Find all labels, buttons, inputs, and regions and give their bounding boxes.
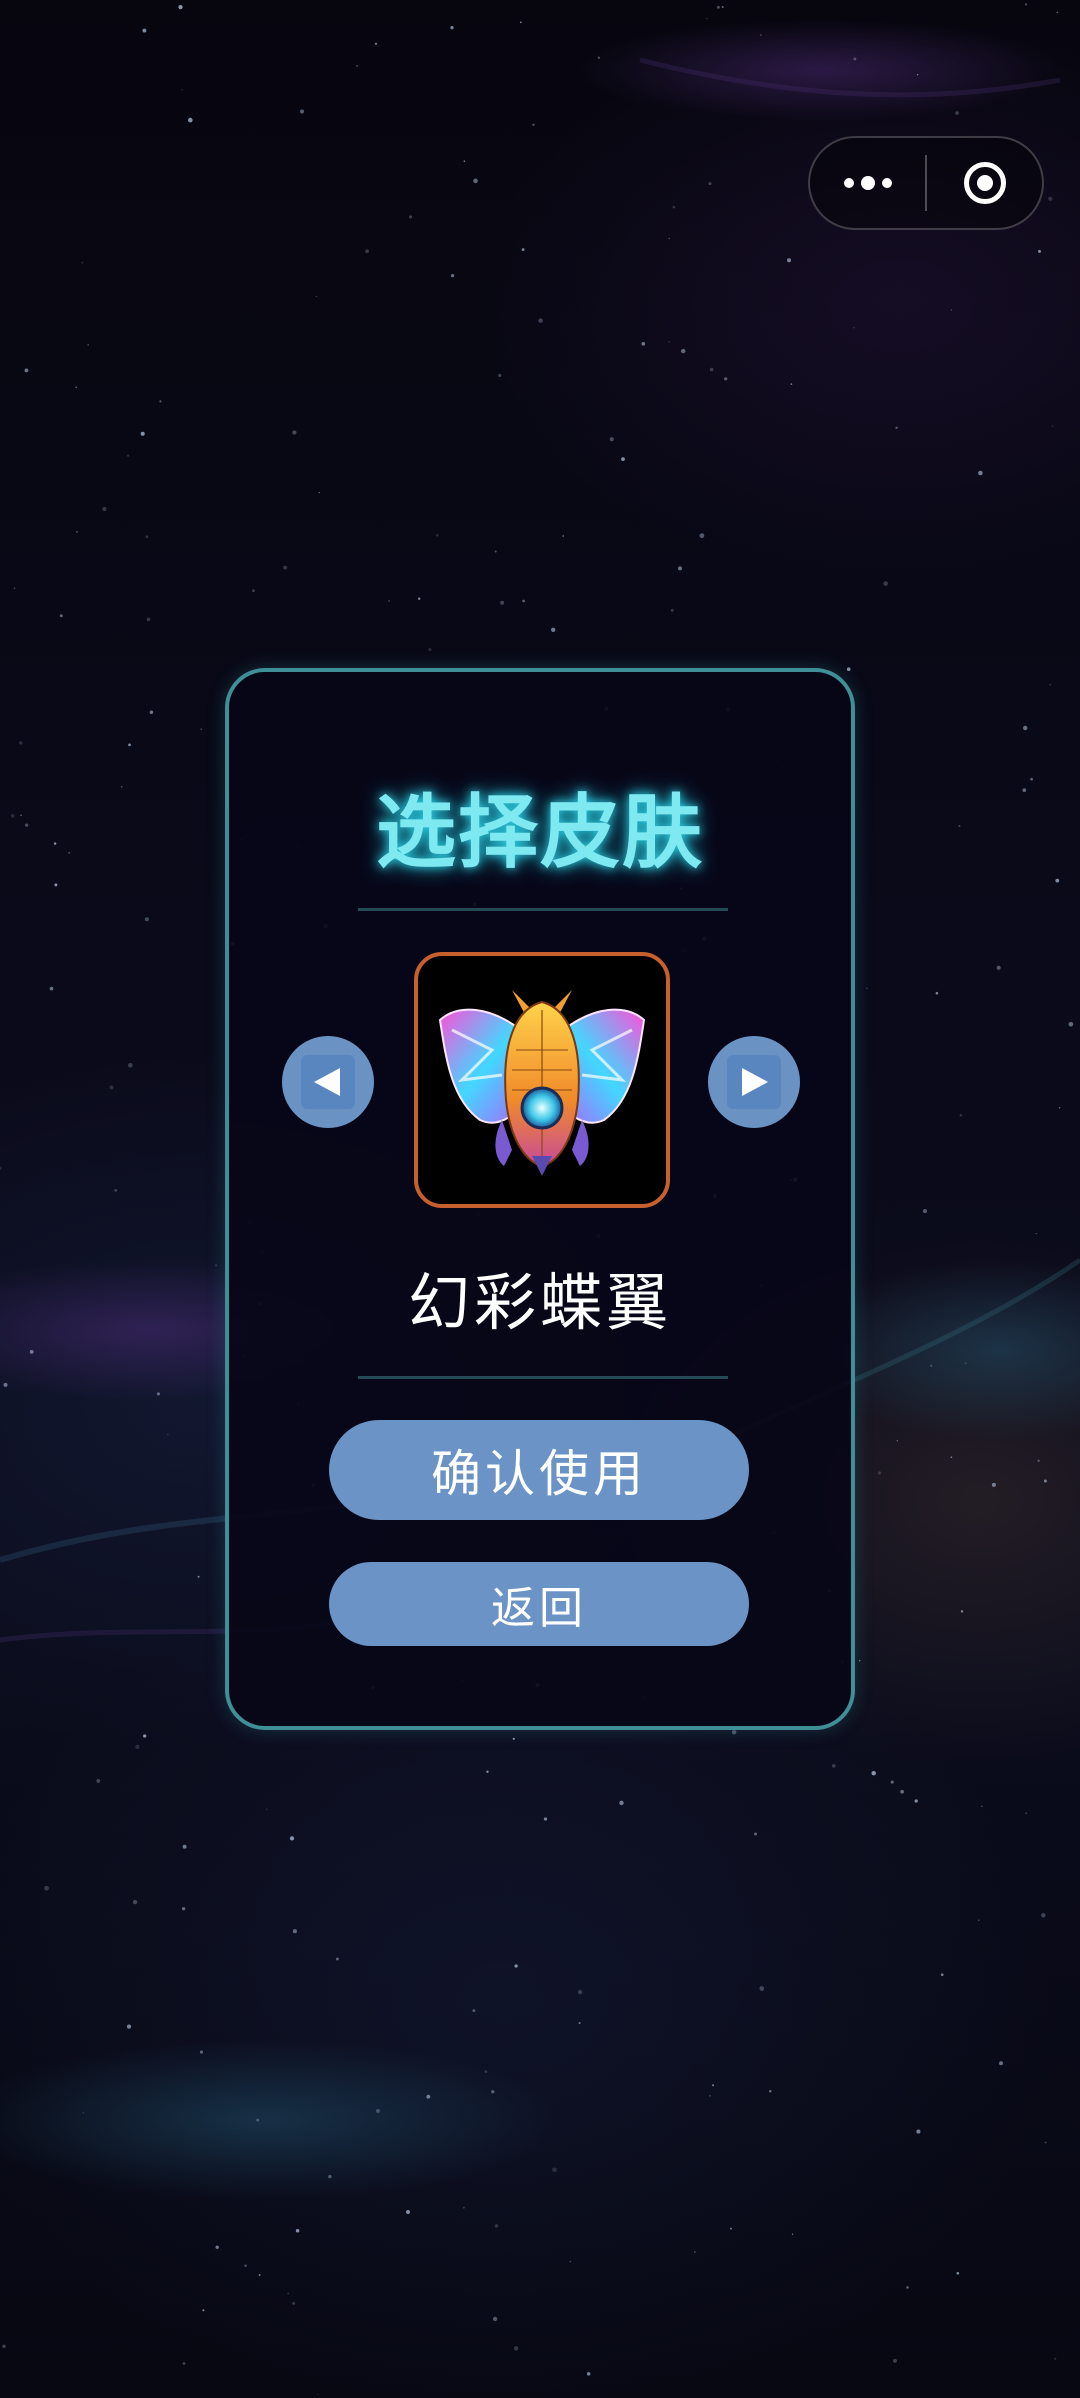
back-button[interactable]: 返回 (329, 1562, 749, 1646)
prev-skin-button[interactable] (282, 1036, 374, 1128)
divider-bottom (358, 1376, 728, 1379)
skin-select-dialog: 选择皮肤 幻彩蝶翼 确认使用 返回 (225, 668, 855, 1730)
divider-top (358, 908, 728, 911)
spaceship-image (438, 990, 646, 1176)
dialog-title: 选择皮肤 (376, 786, 704, 879)
confirm-button[interactable]: 确认使用 (329, 1420, 749, 1520)
target-circle-icon (963, 162, 1006, 204)
triangle-left-icon (314, 1068, 340, 1096)
triangle-right-icon (742, 1068, 768, 1096)
next-skin-button[interactable] (708, 1036, 800, 1128)
skin-name: 幻彩蝶翼 (407, 1266, 672, 1339)
skin-preview (414, 952, 670, 1208)
miniprogram-capsule (808, 136, 1044, 230)
game-screen: 选择皮肤 幻彩蝶翼 确认使用 返回 (0, 0, 1080, 2398)
more-dots-icon (843, 176, 892, 190)
close-button[interactable] (927, 138, 1042, 228)
more-button[interactable] (810, 138, 925, 228)
